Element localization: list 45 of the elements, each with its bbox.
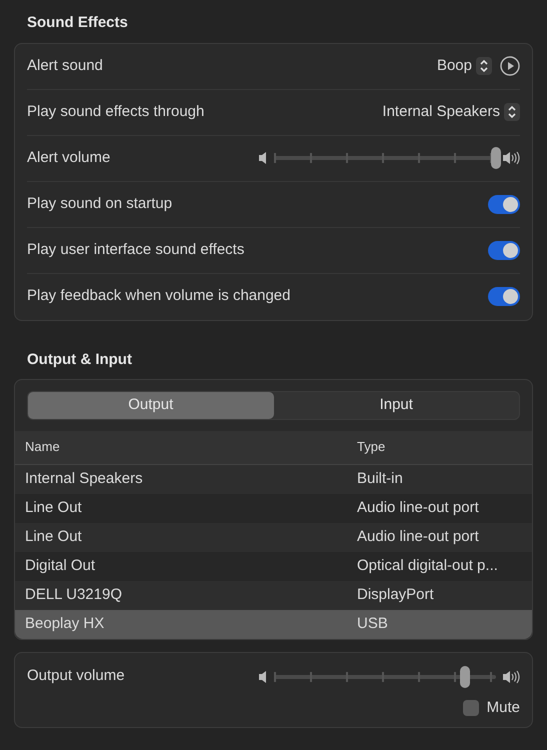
tab[interactable]: Output — [28, 392, 274, 418]
volume-high-icon — [502, 151, 520, 165]
table-cell-text: DELL U3219Q — [24, 584, 124, 605]
table-cell-text: Audio line-out port — [356, 498, 480, 518]
setting-label: Play sound on startup — [27, 194, 172, 214]
table-row[interactable]: Internal Speakers Built-in — [15, 464, 532, 494]
slider-thumb[interactable] — [460, 666, 470, 688]
table-cell-text: Built-in — [356, 468, 404, 489]
popup-button[interactable]: Internal Speakers — [382, 100, 520, 124]
setting-label: Play feedback when volume is changed — [27, 286, 290, 306]
volume-low-icon — [258, 670, 268, 684]
stepper-icon — [504, 103, 520, 121]
toggle-switch[interactable] — [488, 240, 520, 260]
table-row[interactable]: Line Out Audio line-out port — [15, 522, 532, 552]
toggle-switch[interactable] — [488, 287, 520, 306]
table-cell-text: Internal Speakers — [24, 468, 144, 489]
table-row[interactable]: DELL U3219Q DisplayPort — [15, 580, 532, 610]
play-icon[interactable] — [500, 56, 520, 76]
section-title: Sound Effects — [26, 13, 129, 33]
table-cell-text: Line Out — [24, 498, 83, 518]
column-header: Name — [24, 438, 61, 456]
table-cell-text: USB — [356, 614, 389, 634]
table-cell-text: Line Out — [24, 526, 83, 547]
table-cell-text: Audio line-out port — [356, 526, 480, 547]
table-row[interactable]: Beoplay HX USB — [15, 610, 532, 638]
setting-label: Output volume — [27, 666, 125, 686]
tab[interactable]: Input — [274, 392, 519, 418]
table-cell-text: Optical digital-out p... — [356, 556, 499, 576]
table-cell-text: Beoplay HX — [24, 614, 106, 634]
section-title: Output & Input — [26, 350, 133, 370]
column-header: Type — [356, 438, 386, 456]
table-cell-text: Digital Out — [24, 556, 96, 576]
stepper-icon — [476, 57, 492, 75]
toggle-switch[interactable] — [488, 194, 520, 214]
setting-label: Play user interface sound effects — [27, 240, 244, 260]
volume-high-icon — [502, 670, 520, 684]
slider-thumb[interactable] — [491, 147, 501, 169]
table-cell-text: DisplayPort — [356, 584, 435, 605]
mute-label: Mute — [486, 698, 520, 718]
setting-label: Alert volume — [27, 148, 110, 168]
popup-button[interactable]: Boop — [436, 54, 492, 78]
mute-checkbox[interactable] — [462, 700, 479, 716]
volume-low-icon — [258, 151, 268, 165]
setting-label: Alert sound — [27, 56, 103, 76]
setting-label: Play sound effects through — [27, 102, 204, 122]
